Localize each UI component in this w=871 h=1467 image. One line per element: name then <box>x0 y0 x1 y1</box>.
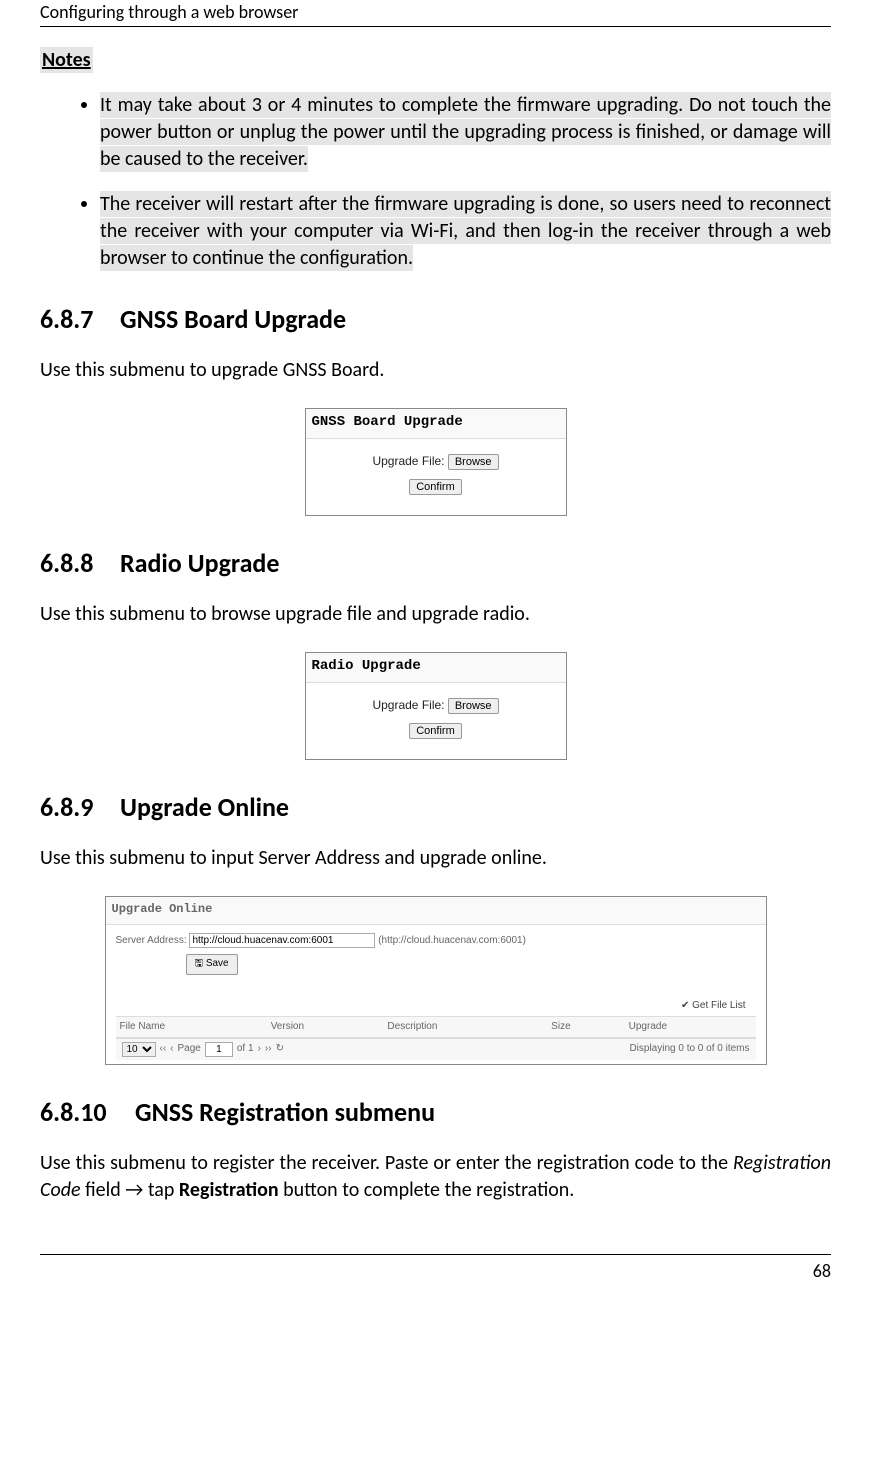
figure-radio-upgrade: Radio Upgrade Upgrade File: Browse Confi… <box>305 652 567 760</box>
confirm-button[interactable]: Confirm <box>409 723 462 739</box>
running-header: Configuring through a web browser <box>40 0 831 27</box>
page-label: Page <box>178 1042 201 1056</box>
page-size-select[interactable]: 10 <box>122 1042 156 1057</box>
section-heading: 6.8.8Radio Upgrade <box>40 546 831 581</box>
section-heading: 6.8.10GNSS Registration submenu <box>40 1095 831 1130</box>
upgrade-file-label: Upgrade File: <box>372 698 444 712</box>
upgrade-file-label: Upgrade File: <box>372 454 444 468</box>
page-input[interactable] <box>205 1042 233 1057</box>
figure-upgrade-online: Upgrade Online Server Address: (http://c… <box>105 896 767 1064</box>
col-description: Description <box>383 1017 547 1038</box>
page-of: of 1 <box>237 1042 254 1056</box>
page-number: 68 <box>40 1254 831 1283</box>
section-number: 6.8.7 <box>40 302 120 337</box>
figure-title: Upgrade Online <box>106 897 766 924</box>
server-address-hint: (http://cloud.huacenav.com:6001) <box>378 935 526 946</box>
server-address-label: Server Address: <box>116 935 187 946</box>
section-heading: 6.8.9Upgrade Online <box>40 790 831 825</box>
section-number: 6.8.10 <box>40 1095 135 1130</box>
col-file-name: File Name <box>116 1017 267 1038</box>
section-number: 6.8.8 <box>40 546 120 581</box>
check-icon: ✔ <box>681 1000 689 1011</box>
save-button[interactable]: 🖫 Save <box>186 954 238 975</box>
section-title: GNSS Board Upgrade <box>120 303 346 335</box>
list-item: It may take about 3 or 4 minutes to comp… <box>100 92 831 173</box>
col-version: Version <box>267 1017 384 1038</box>
figure-gnss-upgrade: GNSS Board Upgrade Upgrade File: Browse … <box>305 408 567 516</box>
pager-next-one-icon[interactable]: › <box>258 1042 261 1056</box>
server-address-input[interactable] <box>189 933 375 948</box>
note-text: The receiver will restart after the firm… <box>100 191 831 271</box>
file-table: File Name Version Description Size Upgra… <box>116 1016 756 1038</box>
refresh-icon[interactable]: ↻ <box>276 1042 284 1056</box>
text: button to complete the registration. <box>279 1178 575 1202</box>
text: field → tap <box>81 1178 179 1202</box>
save-label: Save <box>206 958 229 969</box>
notes-list: It may take about 3 or 4 minutes to comp… <box>40 92 831 272</box>
pager-status: Displaying 0 to 0 of 0 items <box>629 1042 749 1056</box>
get-file-list-link[interactable]: Get File List <box>692 1000 745 1011</box>
notes-heading: Notes <box>40 47 93 73</box>
confirm-button[interactable]: Confirm <box>409 479 462 495</box>
section-heading: 6.8.7GNSS Board Upgrade <box>40 302 831 337</box>
col-size: Size <box>547 1017 624 1038</box>
section-title: GNSS Registration submenu <box>135 1096 435 1128</box>
figure-title: GNSS Board Upgrade <box>306 409 566 439</box>
pager-prev-one-icon[interactable]: ‹ <box>170 1042 173 1056</box>
note-text: It may take about 3 or 4 minutes to comp… <box>100 92 831 172</box>
figure-title: Radio Upgrade <box>306 653 566 683</box>
section-desc: Use this submenu to register the receive… <box>40 1150 831 1204</box>
button-name: Registration <box>179 1178 279 1202</box>
pager-prev-icon[interactable]: ‹‹ <box>160 1042 167 1056</box>
col-upgrade: Upgrade <box>625 1017 756 1038</box>
section-title: Radio Upgrade <box>120 547 279 579</box>
list-item: The receiver will restart after the firm… <box>100 191 831 272</box>
pager: 10 ‹‹ ‹ Page of 1 › ›› ↻ Displaying 0 to… <box>116 1038 756 1060</box>
section-number: 6.8.9 <box>40 790 120 825</box>
section-desc: Use this submenu to upgrade GNSS Board. <box>40 357 831 384</box>
text: Use this submenu to register the receive… <box>40 1151 733 1175</box>
section-desc: Use this submenu to browse upgrade file … <box>40 601 831 628</box>
browse-button[interactable]: Browse <box>448 454 499 470</box>
browse-button[interactable]: Browse <box>448 698 499 714</box>
pager-next-icon[interactable]: ›› <box>265 1042 272 1056</box>
section-desc: Use this submenu to input Server Address… <box>40 845 831 872</box>
section-title: Upgrade Online <box>120 791 289 823</box>
